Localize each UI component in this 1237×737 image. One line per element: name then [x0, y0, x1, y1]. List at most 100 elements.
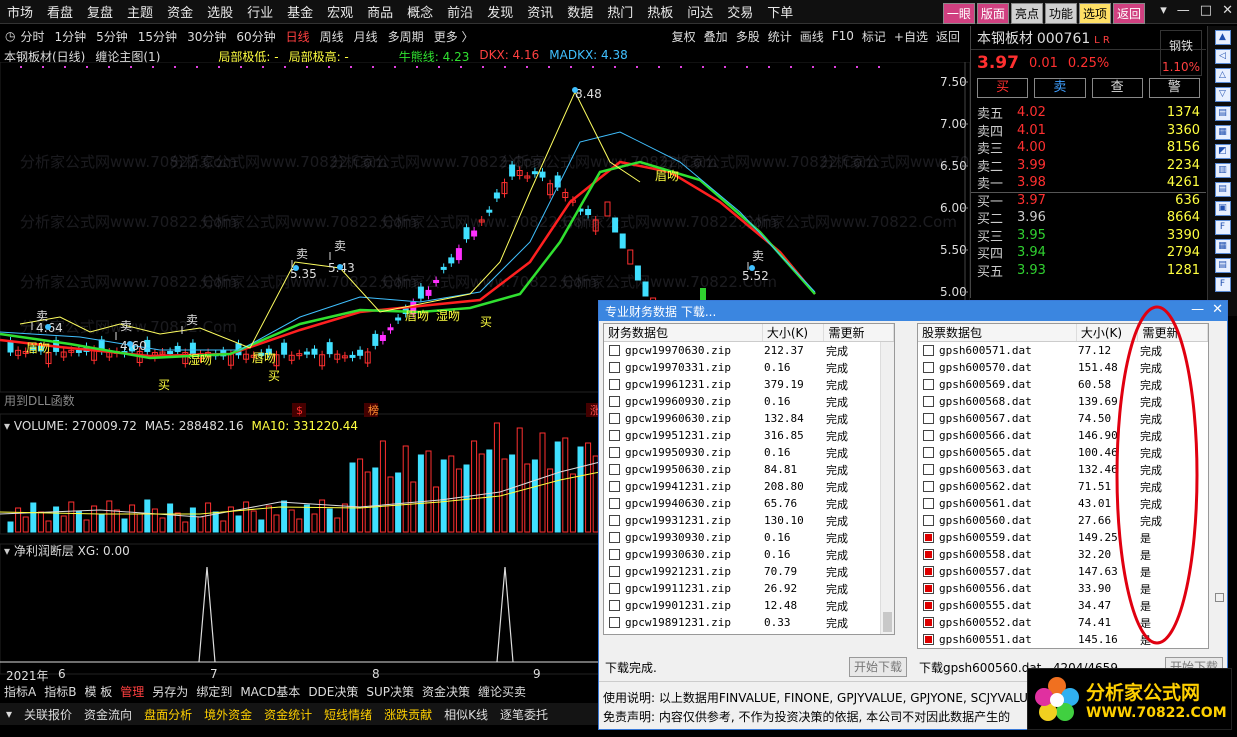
file-row[interactable]: gpcw19950630.zip 84.81 完成	[604, 461, 894, 478]
collapse-arrow-icon[interactable]: ▾	[0, 707, 18, 721]
row-checkbox[interactable]	[923, 413, 934, 424]
row-checkbox[interactable]	[609, 379, 620, 390]
tool-2[interactable]: 多股	[732, 28, 764, 45]
row-checkbox[interactable]	[609, 549, 620, 560]
period-tab-9[interactable]: 多周期	[383, 28, 429, 45]
indicator-tab-0[interactable]: 指标A	[0, 683, 40, 700]
row-checkbox[interactable]	[609, 583, 620, 594]
period-tab-0[interactable]: 分时	[15, 28, 49, 45]
column-header-1[interactable]: 大小(K)	[763, 324, 825, 341]
orderbook-row[interactable]: 卖二 3.99 2234	[971, 157, 1206, 175]
sidebar-tool-icon[interactable]: ◁	[1214, 49, 1231, 64]
function-tab-1[interactable]: 资金流向	[78, 706, 138, 723]
row-checkbox[interactable]	[923, 515, 934, 526]
menu-item-8[interactable]: 宏观	[320, 2, 360, 21]
row-checkbox[interactable]	[609, 617, 620, 628]
row-checkbox[interactable]	[923, 379, 934, 390]
collapse-icon[interactable]: ▾	[4, 419, 10, 433]
row-checkbox[interactable]	[609, 396, 620, 407]
indicator-tab-5[interactable]: 绑定到	[192, 683, 236, 700]
row-checkbox[interactable]	[923, 362, 934, 373]
tool-5[interactable]: F10	[828, 29, 858, 43]
column-header-0[interactable]: 财务数据包	[604, 324, 763, 341]
row-checkbox[interactable]	[609, 413, 620, 424]
trade-button-0[interactable]: 买	[977, 78, 1029, 98]
file-row[interactable]: gpcw19931231.zip 130.10 完成	[604, 512, 894, 529]
indicator-tab-4[interactable]: 另存为	[148, 683, 192, 700]
tool-4[interactable]: 画线	[796, 28, 828, 45]
file-row[interactable]: gpcw19970630.zip 212.37 完成	[604, 342, 894, 359]
orderbook-row[interactable]: 买二 3.96 8664	[971, 209, 1206, 227]
row-checkbox[interactable]	[923, 447, 934, 458]
sidebar-tool-icon[interactable]: ▥	[1214, 163, 1231, 178]
maximize-icon[interactable]: □	[1200, 3, 1212, 18]
menu-item-0[interactable]: 市场	[0, 2, 40, 21]
file-row[interactable]: gpcw19960930.zip 0.16 完成	[604, 393, 894, 410]
menu-item-6[interactable]: 行业	[240, 2, 280, 21]
row-checkbox[interactable]	[609, 566, 620, 577]
row-checkbox[interactable]	[609, 362, 620, 373]
row-checkbox[interactable]	[609, 498, 620, 509]
indicator-tab-10[interactable]: 缠论买卖	[474, 683, 530, 700]
stock-scrollbar[interactable]	[1213, 323, 1227, 649]
top-button-0[interactable]: 一眼	[942, 3, 975, 24]
row-checkbox[interactable]	[923, 481, 934, 492]
function-tab-0[interactable]: 关联报价	[18, 706, 78, 723]
row-checkbox[interactable]	[923, 549, 934, 560]
row-checkbox[interactable]	[609, 532, 620, 543]
period-tab-1[interactable]: 1分钟	[50, 28, 92, 45]
menu-item-10[interactable]: 概念	[400, 2, 440, 21]
minimize-icon[interactable]: —	[1177, 3, 1190, 18]
indicator-tab-9[interactable]: 资金决策	[418, 683, 474, 700]
indicator-tab-3[interactable]: 管理	[116, 683, 148, 700]
file-row[interactable]: gpcw19970331.zip 0.16 完成	[604, 359, 894, 376]
menu-item-9[interactable]: 商品	[360, 2, 400, 21]
sidebar-tool-icon[interactable]: ▤	[1214, 106, 1231, 121]
function-tab-5[interactable]: 短线情绪	[318, 706, 378, 723]
menu-item-13[interactable]: 资讯	[520, 2, 560, 21]
top-button-1[interactable]: 版面	[976, 3, 1009, 24]
row-checkbox[interactable]	[923, 345, 934, 356]
sidebar-tool-icon[interactable]: ▽	[1214, 87, 1231, 102]
menu-item-11[interactable]: 前沿	[440, 2, 480, 21]
file-row[interactable]: gpcw19901231.zip 12.48 完成	[604, 597, 894, 614]
orderbook-row[interactable]: 买五 3.93 1281	[971, 262, 1206, 280]
collapse-icon-2[interactable]: ▾	[4, 544, 10, 558]
row-checkbox[interactable]	[923, 600, 934, 611]
menu-item-19[interactable]: 下单	[760, 2, 800, 21]
tool-7[interactable]: +自选	[890, 28, 932, 45]
orderbook-row[interactable]: 买四 3.94 2794	[971, 244, 1206, 262]
top-button-4[interactable]: 选项	[1078, 3, 1111, 24]
finance-start-button[interactable]: 开始下载	[849, 657, 907, 677]
period-tab-7[interactable]: 周线	[315, 28, 349, 45]
indicator-tab-2[interactable]: 模 板	[80, 683, 116, 700]
file-row[interactable]: gpcw19950930.zip 0.16 完成	[604, 444, 894, 461]
indicator-tab-1[interactable]: 指标B	[40, 683, 80, 700]
period-tab-4[interactable]: 30分钟	[182, 28, 231, 45]
sidebar-tool-icon[interactable]: ▤	[1214, 182, 1231, 197]
menu-item-14[interactable]: 数据	[560, 2, 600, 21]
file-row[interactable]: gpcw19930630.zip 0.16 完成	[604, 546, 894, 563]
menu-item-4[interactable]: 资金	[160, 2, 200, 21]
row-checkbox[interactable]	[923, 583, 934, 594]
top-button-5[interactable]: 返回	[1112, 3, 1145, 24]
row-checkbox[interactable]	[923, 396, 934, 407]
menu-item-7[interactable]: 基金	[280, 2, 320, 21]
orderbook-row[interactable]: 卖四 4.01 3360	[971, 122, 1206, 140]
orderbook-row[interactable]: 买一 3.97 636	[971, 191, 1206, 210]
sidebar-tool-icon[interactable]: F	[1214, 220, 1231, 235]
finance-scrollbar[interactable]	[880, 342, 894, 634]
tool-0[interactable]: 复权	[668, 28, 700, 45]
function-tab-8[interactable]: 逐笔委托	[494, 706, 554, 723]
tool-8[interactable]: 返回	[932, 28, 964, 45]
sidebar-tool-icon[interactable]: ▲	[1214, 30, 1231, 45]
trade-button-3[interactable]: 警	[1148, 78, 1200, 98]
orderbook-row[interactable]: 卖一 3.98 4261	[971, 174, 1206, 192]
menu-item-3[interactable]: 主题	[120, 2, 160, 21]
period-tab-2[interactable]: 5分钟	[91, 28, 133, 45]
menu-item-18[interactable]: 交易	[720, 2, 760, 21]
tool-3[interactable]: 统计	[764, 28, 796, 45]
sidebar-tool-icon[interactable]: ▤	[1214, 258, 1231, 273]
menu-item-17[interactable]: 问达	[680, 2, 720, 21]
row-checkbox[interactable]	[609, 515, 620, 526]
